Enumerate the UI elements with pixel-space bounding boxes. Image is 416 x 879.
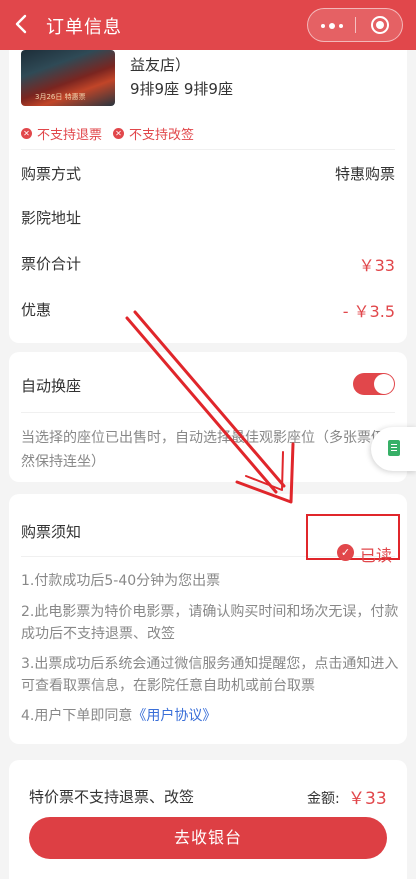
annotation-highlight-box: ✓ 已读	[306, 514, 400, 565]
auto-seat-hint: 当选择的座位已出售时，自动选择最佳观影座位（多张票仍然保持连坐）	[21, 430, 385, 470]
notice-item: 2.此电影票为特价电影票，请确认购买时间和场次无误，付款成功后不支持退票、改签	[21, 604, 399, 642]
more-dots-icon-center	[329, 23, 335, 29]
discount-value: - ￥3.5	[342, 302, 395, 321]
more-dots-icon-right	[339, 24, 343, 28]
notice-item: 1.付款成功后5-40分钟为您出票	[21, 573, 221, 589]
document-icon	[388, 440, 400, 456]
no-refund-tag: ✕ 不支持退票	[21, 124, 102, 143]
total-price-label: 票价合计	[21, 255, 82, 273]
floating-doc-button[interactable]	[371, 427, 416, 471]
more-button[interactable]	[308, 9, 356, 41]
more-dots-icon	[321, 24, 325, 28]
order-info-card: 3月26日 特惠票 益友店） 9排9座 9排9座 ✕ 不支持退票 ✕ 不支持改签…	[9, 36, 407, 343]
close-circle-icon: ✕	[21, 128, 32, 139]
user-agreement-link[interactable]: 《用户协议》	[132, 708, 216, 724]
purchase-method-label: 购票方式	[21, 165, 82, 183]
cinema-address-label: 影院地址	[21, 209, 82, 227]
mini-program-capsule	[307, 8, 403, 42]
poster-caption: 3月26日 特惠票	[35, 93, 86, 101]
chevron-left-icon	[15, 14, 27, 34]
discount-label: 优惠	[21, 301, 52, 319]
target-circle-core	[376, 21, 384, 29]
divider	[21, 149, 395, 150]
notice-title: 购票须知	[21, 523, 82, 541]
page-title: 订单信息	[46, 17, 122, 38]
total-price-value: ￥33	[358, 256, 395, 275]
agreement-prefix: 4.用户下单即同意	[21, 708, 133, 724]
tag-label: 不支持改签	[129, 128, 195, 143]
top-nav-bar: 订单信息	[0, 0, 416, 50]
checkout-button[interactable]: 去收银台	[29, 817, 387, 859]
amount-label: 金额:	[307, 791, 340, 807]
cinema-name: 益友店）	[130, 56, 191, 74]
auto-seat-toggle[interactable]	[353, 373, 395, 395]
notice-item-agreement: 4.用户下单即同意《用户协议》	[21, 705, 399, 727]
no-change-tag: ✕ 不支持改签	[113, 124, 194, 143]
purchase-notice-card: 购票须知 ✓ 已读 1.付款成功后5-40分钟为您出票 2.此电影票为特价电影票…	[9, 494, 407, 744]
back-button[interactable]	[12, 12, 32, 36]
amount-value: ￥33	[348, 789, 387, 809]
divider	[21, 412, 395, 413]
movie-poster: 3月26日 特惠票	[21, 50, 115, 106]
auto-seat-label: 自动换座	[21, 377, 82, 395]
toggle-knob	[374, 374, 394, 394]
auto-seat-card: 自动换座 当选择的座位已出售时，自动选择最佳观影座位（多张票仍然保持连坐）	[9, 352, 407, 482]
tag-label: 不支持退票	[37, 128, 103, 143]
close-miniprogram-button[interactable]	[356, 9, 404, 41]
purchase-method-value: 特惠购票	[334, 165, 395, 183]
read-status-label[interactable]: 已读	[360, 542, 392, 566]
close-circle-icon: ✕	[113, 128, 124, 139]
notice-item: 3.出票成功后系统会通过微信服务通知提醒您，点击通知进入可查看取票信息，在影院任…	[21, 656, 399, 694]
footer-note: 特价票不支持退票、改签	[29, 788, 195, 806]
check-circle-icon[interactable]: ✓	[337, 544, 354, 561]
checkout-bar: 特价票不支持退票、改签 金额: ￥33 去收银台	[9, 760, 407, 879]
seat-info: 9排9座 9排9座	[130, 80, 233, 98]
